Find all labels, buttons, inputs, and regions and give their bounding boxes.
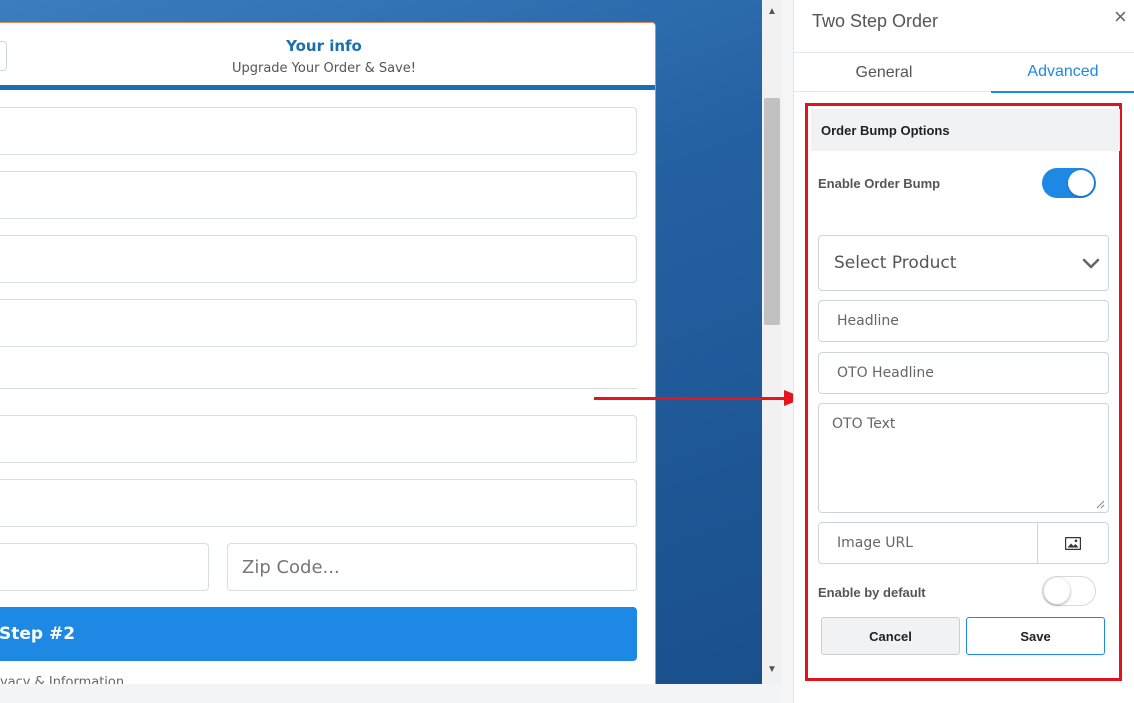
panel-title: Two Step Order	[812, 11, 939, 31]
order-bump-highlight: Order Bump Options Enable Order Bump Sel…	[805, 103, 1122, 681]
oto-headline-input[interactable]: OTO Headline	[818, 352, 1109, 394]
select-product-dropdown[interactable]: Select Product	[818, 235, 1109, 291]
tab-advanced[interactable]: Advanced	[991, 53, 1134, 93]
order-form-card: Your info Upgrade Your Order & Save! Zip…	[0, 22, 656, 684]
select-product-value: Select Product	[834, 253, 957, 273]
form-divider	[0, 388, 637, 389]
headline-input[interactable]: Headline	[818, 300, 1109, 342]
enable-by-default-label: Enable by default	[818, 585, 926, 600]
enable-order-bump-label: Enable Order Bump	[818, 176, 941, 191]
scroll-up-icon[interactable]: ▲	[762, 2, 782, 22]
form-input-5[interactable]	[0, 415, 637, 463]
resize-handle-icon[interactable]	[1096, 500, 1105, 509]
privacy-text: rivacy & Information	[0, 675, 125, 684]
scroll-thumb[interactable]	[764, 98, 780, 325]
enable-by-default-toggle[interactable]	[1042, 576, 1096, 606]
step-2-button[interactable]: Step #2	[0, 607, 637, 661]
section-title-text: Order Bump Options	[821, 122, 950, 138]
toggle-knob	[1044, 578, 1070, 604]
form-title: Your info	[286, 37, 362, 55]
save-button[interactable]: Save	[966, 617, 1105, 655]
toggle-knob	[1068, 170, 1094, 196]
form-input-6[interactable]	[0, 479, 637, 527]
image-url-placeholder: Image URL	[837, 535, 914, 551]
chevron-down-icon	[1082, 258, 1100, 269]
cancel-label: Cancel	[869, 628, 912, 644]
enable-order-bump-toggle[interactable]	[1042, 168, 1096, 198]
image-url-input[interactable]: Image URL	[818, 522, 1109, 564]
step-2-label: Step #2	[0, 624, 76, 644]
settings-panel: Two Step Order × General Advanced Order …	[793, 0, 1134, 703]
tab-general[interactable]: General	[794, 53, 974, 93]
cancel-button[interactable]: Cancel	[821, 617, 960, 655]
close-icon[interactable]: ×	[1114, 6, 1127, 28]
canvas-bottom-strip	[0, 684, 782, 703]
zip-code-input[interactable]: Zip Code...	[227, 543, 637, 591]
headline-placeholder: Headline	[837, 313, 899, 329]
form-input-1[interactable]	[0, 107, 637, 155]
form-input-state[interactable]	[0, 543, 209, 591]
form-header-rule	[0, 85, 655, 90]
image-icon	[1065, 536, 1081, 550]
canvas-scrollbar[interactable]: ▲ ▼	[762, 0, 782, 684]
form-input-2[interactable]	[0, 171, 637, 219]
section-title: Order Bump Options	[811, 109, 1120, 151]
panel-tabs: General Advanced	[794, 52, 1134, 93]
oto-text-placeholder: OTO Text	[832, 416, 896, 432]
image-picker-button[interactable]	[1037, 523, 1108, 563]
builder-canvas: Your info Upgrade Your Order & Save! Zip…	[0, 0, 762, 684]
form-input-3[interactable]	[0, 235, 637, 283]
zip-code-placeholder: Zip Code...	[242, 556, 340, 578]
form-input-4[interactable]	[0, 299, 637, 347]
oto-headline-placeholder: OTO Headline	[837, 365, 934, 381]
scroll-down-icon[interactable]: ▼	[762, 660, 782, 680]
save-label: Save	[1020, 628, 1051, 644]
form-subtitle: Upgrade Your Order & Save!	[231, 61, 417, 76]
red-arrow-icon	[594, 397, 786, 400]
oto-text-textarea[interactable]: OTO Text	[818, 403, 1109, 513]
